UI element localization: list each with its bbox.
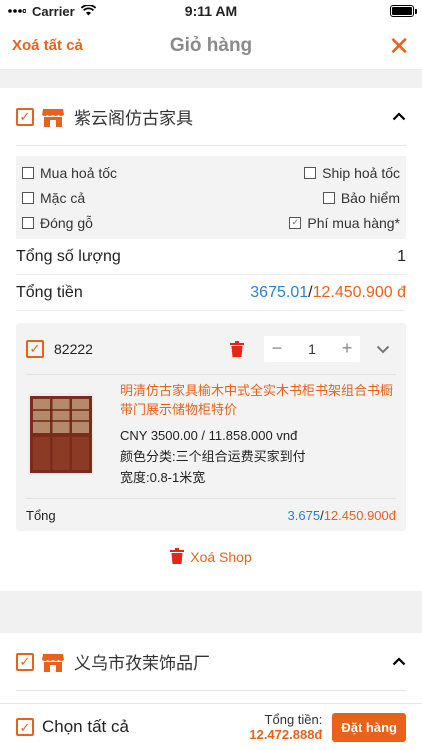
delete-shop-button[interactable]: Xoá Shop [16,531,406,583]
product-image[interactable] [28,393,94,475]
option-express-ship[interactable]: Ship hoả tốc [304,165,400,181]
spacer [16,583,406,591]
store-icon [42,107,64,127]
spacer [0,591,422,633]
option-wood-pack[interactable]: Đóng gỗ [22,215,93,231]
item-attribute-width: 宽度:0.8-1米宽 [120,470,206,485]
option-insurance[interactable]: Bảo hiểm [322,189,400,206]
options-row: Mặc cả Bảo hiểm [22,185,400,210]
battery-icon [390,5,417,17]
checkbox-icon[interactable] [22,216,34,229]
checkbox-icon[interactable] [22,191,34,204]
option-purchase-fee[interactable]: ✓ Phí mua hàng* [289,215,400,231]
option-label: Mua hoả tốc [40,164,118,181]
item-total-value: 3.675/12.450.900đ [288,508,396,523]
place-order-button[interactable]: Đặt hàng [332,712,406,742]
grand-total-label: Tổng tiền: [264,712,323,727]
option-label: Phí mua hàng* [307,214,400,231]
select-all-label[interactable]: Chọn tất cả [42,717,249,737]
option-express-buy[interactable]: Mua hoả tốc [22,165,117,181]
shop-checkbox[interactable]: ✓ [16,652,34,671]
options-row: Đóng gỗ ✓ Phí mua hàng* [22,210,400,235]
item-price: CNY 3500.00 / 11.858.000 vnđ [120,428,298,443]
select-all-checkbox[interactable]: ✓ [16,718,34,736]
shop-header: ✓ 紫云阁仿古家具 [16,88,406,146]
grand-total: Tổng tiền: 12.472.888đ [249,712,322,742]
option-label: Bảo hiểm [340,189,400,206]
item-total-row: Tổng 3.675/12.450.900đ [26,499,396,531]
checkbox-icon[interactable] [304,166,317,179]
store-icon [42,652,64,672]
carrier-label: Carrier [32,3,75,19]
chevron-down-icon[interactable] [376,341,390,357]
cart-item-body: 明清仿古家具榆木中式全实木书柜书架组合书橱带门展示储物柜特价 CNY 3500.… [26,375,396,499]
grand-total-value: 12.472.888đ [249,727,323,742]
service-options: Mua hoả tốc Ship hoả tốc Mặc cả Bảo hiểm… [16,156,406,239]
total-quantity-row: Tổng số lượng 1 [16,239,406,275]
cart-scroll-area[interactable]: ✓ 紫云阁仿古家具 Mua hoả tốc Ship hoả tốc Mặc c… [0,70,422,703]
shop-section: ✓ 义乌市孜茉饰品厂 [0,633,422,703]
item-checkbox[interactable]: ✓ [26,339,44,358]
item-total-label: Tổng [26,507,56,523]
status-bar: Carrier 9:11 AM [0,0,422,22]
total-money-vnd: 12.450.900 đ [312,283,406,301]
item-total-vnd: 12.450.900đ [323,507,396,523]
status-left: Carrier [8,4,96,19]
total-money-value: 3675.01/12.450.900 đ [250,284,406,302]
decrease-button[interactable]: − [264,338,290,359]
total-money-cny: 3675.01 [250,283,309,301]
shop-checkbox[interactable]: ✓ [16,107,34,126]
shop-section: ✓ 紫云阁仿古家具 Mua hoả tốc Ship hoả tốc Mặc c… [0,88,422,591]
navigation-bar: Xoá tất cả Giỏ hàng ✕ [0,22,422,70]
item-info: 明清仿古家具榆木中式全实木书柜书架组合书橱带门展示储物柜特价 CNY 3500.… [120,381,396,488]
delete-shop-label: Xoá Shop [190,549,252,565]
quantity-value[interactable]: 1 [290,341,334,357]
item-total-cny: 3.675 [287,507,321,523]
wifi-icon [80,3,96,19]
increase-button[interactable]: + [334,338,360,359]
total-quantity-value: 1 [397,247,406,265]
checkbox-icon[interactable] [322,191,335,204]
shop-name: 义乌市孜茉饰品厂 [74,654,210,673]
trash-icon[interactable] [230,340,244,357]
options-row: Mua hoả tốc Ship hoả tốc [22,160,400,185]
total-money-row: Tổng tiền 3675.01/12.450.900 đ [16,275,406,311]
delete-all-button[interactable]: Xoá tất cả [12,37,83,54]
item-code: 82222 [54,340,93,357]
total-quantity-label: Tổng số lượng [16,247,121,265]
option-label: Mặc cả [40,189,86,206]
shop-header: ✓ 义乌市孜茉饰品厂 [16,633,406,691]
collapse-caret-icon[interactable] [392,653,406,671]
quantity-stepper[interactable]: − 1 + [264,335,360,362]
trash-icon [170,547,185,567]
spacer [0,70,422,88]
spacer [16,691,406,703]
option-bargain[interactable]: Mặc cả [22,190,85,206]
shop-name: 紫云阁仿古家具 [74,109,193,128]
total-money-label: Tổng tiền [16,283,83,301]
close-icon[interactable]: ✕ [388,33,410,59]
checkbox-icon[interactable] [22,166,34,179]
checkbox-checked-icon[interactable]: ✓ [289,216,302,229]
item-title[interactable]: 明清仿古家具榆木中式全实木书柜书架组合书橱带门展示储物柜特价 [120,381,396,419]
item-attribute-color: 颜色分类:三个组合运费买家到付 [120,449,306,464]
checkout-bar: ✓ Chọn tất cả Tổng tiền: 12.472.888đ Đặt… [0,703,422,750]
option-label: Ship hoả tốc [322,164,400,181]
cart-item-card: ✓ 82222 − 1 + 明清仿古家具榆木中式全实木书柜书架组合书橱带门展示储… [16,323,406,531]
signal-icon [8,4,27,19]
collapse-caret-icon[interactable] [392,108,406,126]
cart-item-header: ✓ 82222 − 1 + [26,323,396,375]
option-label: Đóng gỗ [40,214,93,231]
